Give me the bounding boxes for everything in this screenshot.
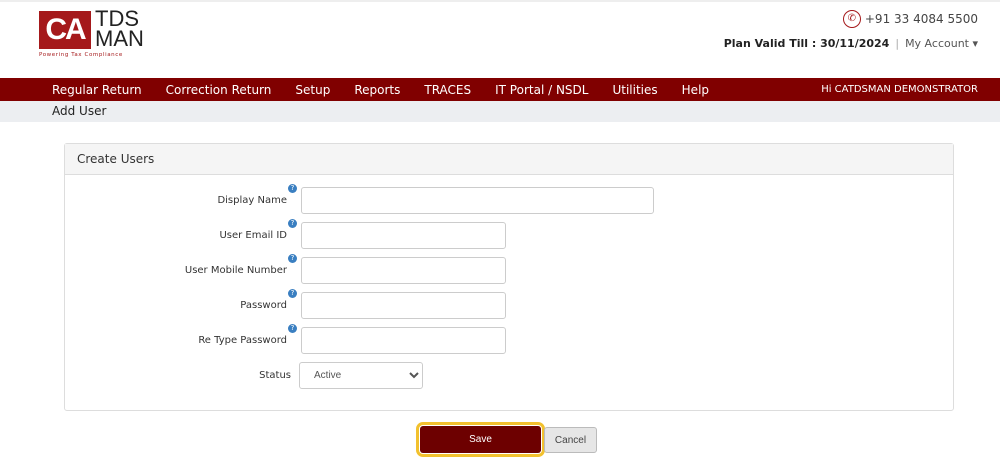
help-icon[interactable]: ? xyxy=(288,219,297,228)
nav-it-portal[interactable]: IT Portal / NSDL xyxy=(495,83,588,97)
retype-password-input[interactable] xyxy=(301,327,506,354)
save-button[interactable]: Save xyxy=(416,422,545,457)
plan-info: Plan Valid Till : 30/11/2024 | My Account … xyxy=(724,37,978,50)
email-label: User Email ID xyxy=(219,230,287,241)
logo-text: TDS MAN xyxy=(95,6,144,51)
phone-number: +91 33 4084 5500 xyxy=(864,12,978,26)
email-input[interactable] xyxy=(301,222,506,249)
display-name-label: Display Name xyxy=(217,195,287,206)
main-nav: Regular Return Correction Return Setup R… xyxy=(0,78,1000,101)
cancel-button[interactable]: Cancel xyxy=(544,427,597,453)
panel-title: Create Users xyxy=(65,144,953,175)
top-border xyxy=(0,0,1000,2)
mobile-input[interactable] xyxy=(301,257,506,284)
mobile-label: User Mobile Number xyxy=(184,265,287,276)
help-icon[interactable]: ? xyxy=(288,324,297,333)
phone-contact: ✆ +91 33 4084 5500 xyxy=(842,10,978,28)
help-icon[interactable]: ? xyxy=(288,289,297,298)
phone-icon: ✆ xyxy=(842,10,861,28)
password-input[interactable] xyxy=(301,292,506,319)
my-account-dropdown[interactable]: My Account ▾ xyxy=(905,37,978,50)
nav-correction-return[interactable]: Correction Return xyxy=(166,83,272,97)
display-name-row: Display Name ? xyxy=(65,184,953,215)
email-row: User Email ID ? xyxy=(65,219,953,250)
separator: | xyxy=(895,37,900,50)
user-greeting: Hi CATDSMAN DEMONSTRATOR xyxy=(821,84,978,95)
mobile-row: User Mobile Number ? xyxy=(65,254,953,285)
create-users-panel: Create Users Display Name ? User Email I… xyxy=(64,143,954,411)
nav-regular-return[interactable]: Regular Return xyxy=(52,83,142,97)
logo-mark: CA xyxy=(39,11,91,49)
password-label: Password xyxy=(240,300,287,311)
nav-help[interactable]: Help xyxy=(682,83,709,97)
plan-valid-till: Plan Valid Till : 30/11/2024 xyxy=(723,37,890,50)
status-row: Status Active xyxy=(65,362,953,390)
display-name-input[interactable] xyxy=(301,187,654,214)
nav-setup[interactable]: Setup xyxy=(295,83,330,97)
help-icon[interactable]: ? xyxy=(288,254,297,263)
status-label: Status xyxy=(259,370,291,381)
nav-utilities[interactable]: Utilities xyxy=(612,83,657,97)
password-row: Password ? xyxy=(65,289,953,320)
nav-reports[interactable]: Reports xyxy=(354,83,400,97)
retype-password-label: Re Type Password xyxy=(198,335,287,346)
retype-password-row: Re Type Password ? xyxy=(65,324,953,355)
breadcrumb: Add User xyxy=(0,101,1000,122)
logo-tagline: Powering Tax Compliance xyxy=(39,52,123,58)
nav-traces[interactable]: TRACES xyxy=(424,83,471,97)
help-icon[interactable]: ? xyxy=(288,184,297,193)
tdsman-logo[interactable]: CA TDS MAN Powering Tax Compliance xyxy=(39,8,144,59)
status-select[interactable]: Active xyxy=(299,362,423,389)
